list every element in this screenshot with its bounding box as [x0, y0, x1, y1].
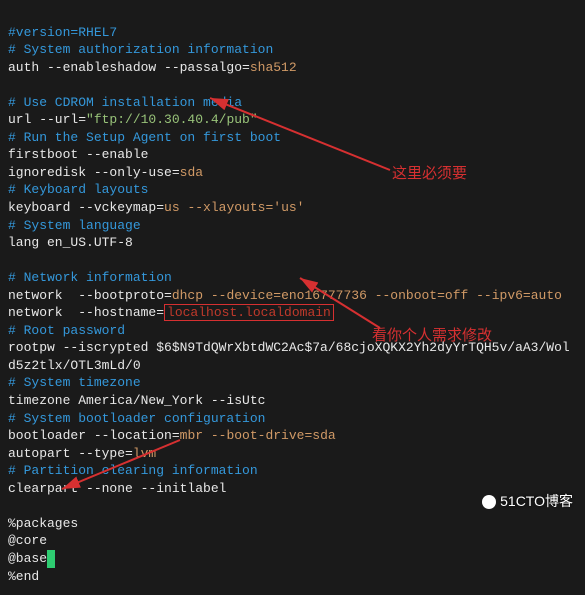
code-line: #version=RHEL7	[8, 25, 117, 40]
code-line: ignoredisk --only-use=sda	[8, 165, 203, 180]
code-line: url --url="ftp://10.30.40.4/pub"	[8, 112, 258, 127]
code-line: network --bootproto=dhcp --device=eno167…	[8, 288, 562, 303]
watermark-text: 51CTO博客	[500, 492, 573, 511]
code-line: @core	[8, 533, 47, 548]
code-line: lang en_US.UTF-8	[8, 235, 133, 250]
code-line: %packages	[8, 516, 78, 531]
code-line: # Root password	[8, 323, 125, 338]
code-line: keyboard --vckeymap=us --xlayouts='us'	[8, 200, 304, 215]
code-line: # System language	[8, 218, 141, 233]
code-line: # System bootloader configuration	[8, 411, 265, 426]
code-line: timezone America/New_York --isUtc	[8, 393, 265, 408]
code-line: %end	[8, 569, 39, 584]
logo-dot-icon	[482, 495, 496, 509]
code-line: # Partition clearing information	[8, 463, 258, 478]
code-line: # Network information	[8, 270, 172, 285]
code-line: d5z2tlx/OTL3mLd/0	[8, 358, 141, 373]
code-line: autopart --type=lvm	[8, 446, 156, 461]
code-line: @base	[8, 551, 55, 566]
code-line: clearpart --none --initlabel	[8, 481, 226, 496]
code-line: # System authorization information	[8, 42, 273, 57]
code-line: rootpw --iscrypted $6$N9TdQWrXbtdWC2Ac$7…	[8, 340, 570, 355]
hostname-box: localhost.localdomain	[164, 304, 334, 321]
code-line: network --hostname=localhost.localdomain	[8, 304, 334, 321]
code-line: bootloader --location=mbr --boot-drive=s…	[8, 428, 336, 443]
code-line: # System timezone	[8, 375, 141, 390]
cursor-highlight	[47, 550, 55, 568]
code-line: # Use CDROM installation media	[8, 95, 242, 110]
code-line: # Run the Setup Agent on first boot	[8, 130, 281, 145]
code-line: firstboot --enable	[8, 147, 148, 162]
watermark: 51CTO博客	[482, 492, 573, 511]
code-line: # Keyboard layouts	[8, 182, 148, 197]
code-line: auth --enableshadow --passalgo=sha512	[8, 60, 297, 75]
